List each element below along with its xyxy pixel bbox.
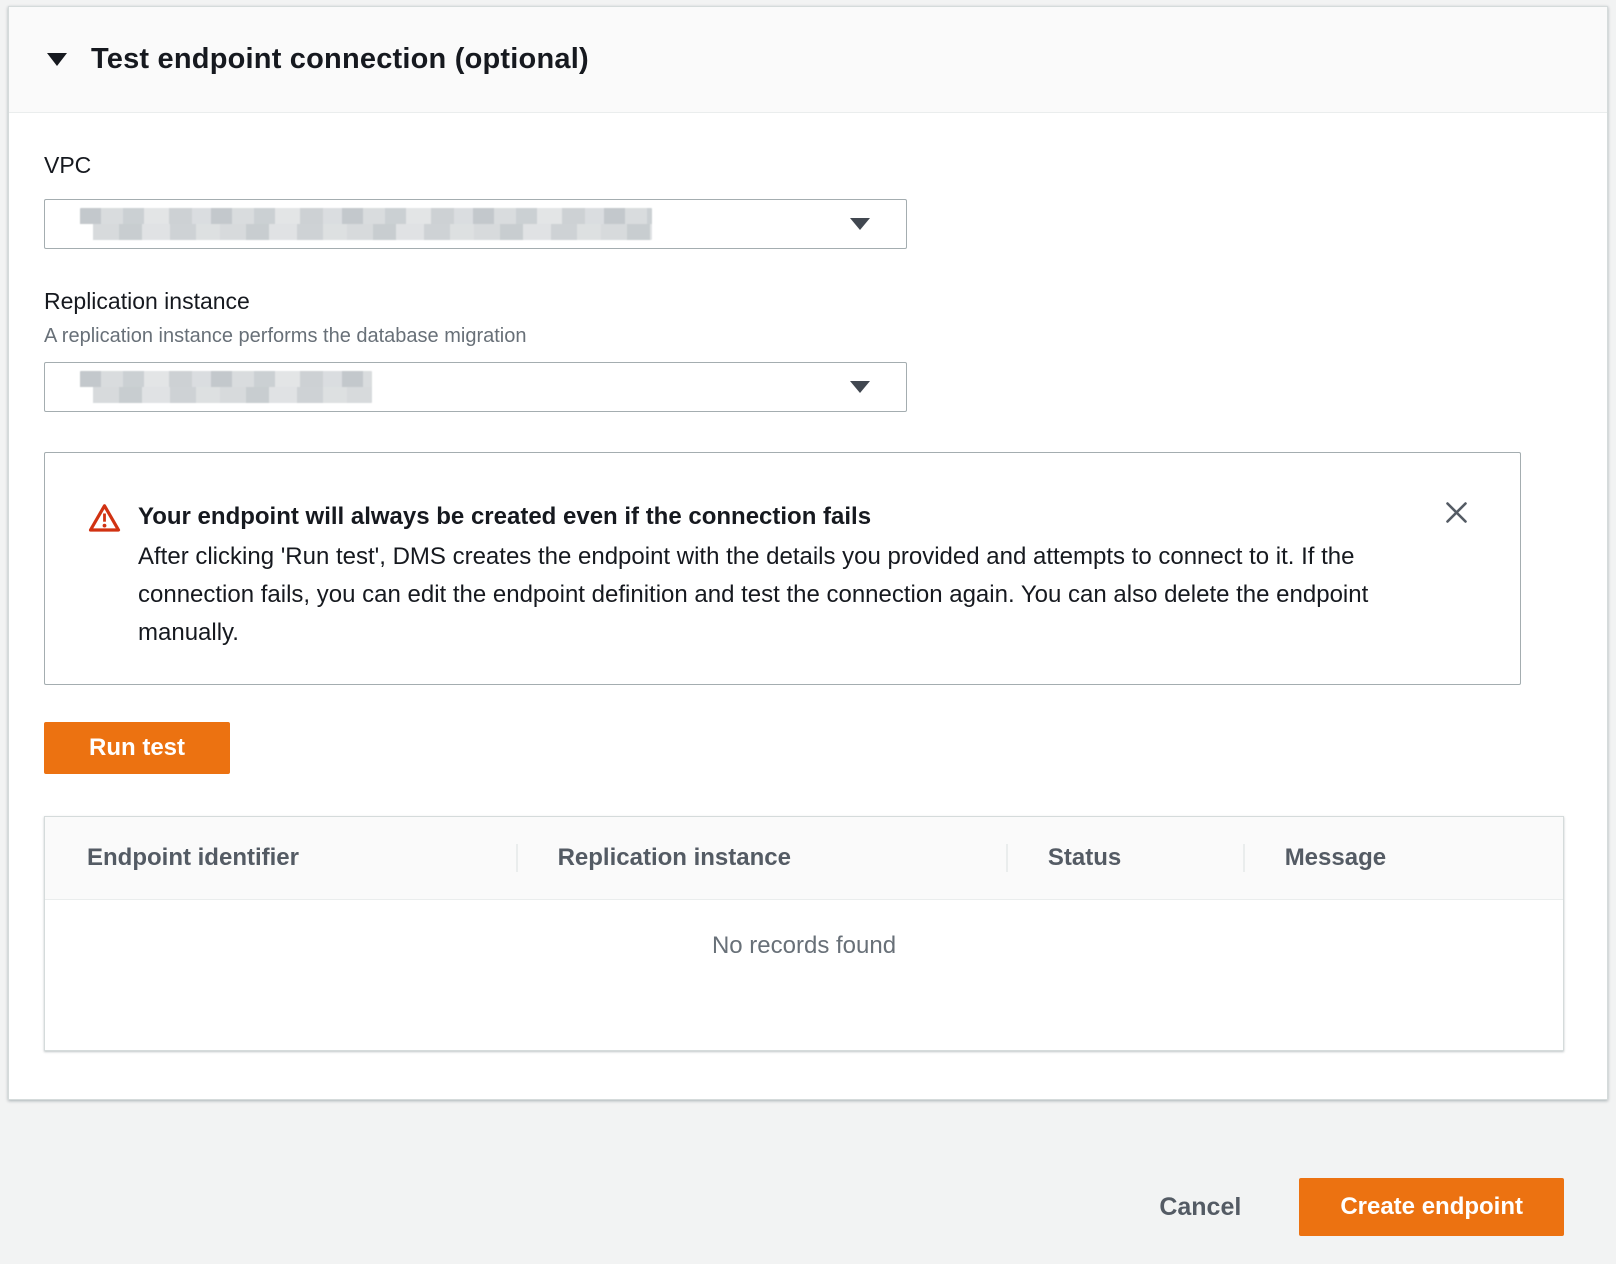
- warning-text: Your endpoint will always be created eve…: [138, 497, 1400, 652]
- close-icon: [1445, 512, 1468, 527]
- collapse-caret-icon: [47, 53, 67, 66]
- chevron-down-icon: [850, 381, 870, 393]
- table-header-row: Endpoint identifier Replication instance…: [45, 817, 1563, 900]
- warning-triangle-icon: [88, 503, 121, 652]
- replication-instance-selected-value-redacted: [80, 371, 372, 403]
- warning-banner: Your endpoint will always be created eve…: [44, 452, 1521, 685]
- replication-instance-description: A replication instance performs the data…: [44, 322, 1564, 350]
- vpc-select[interactable]: [44, 199, 907, 249]
- vpc-selected-value-redacted: [80, 208, 652, 240]
- column-header-message: Message: [1243, 844, 1563, 872]
- replication-instance-select[interactable]: [44, 362, 907, 412]
- chevron-down-icon: [850, 218, 870, 230]
- test-results-table: Endpoint identifier Replication instance…: [44, 816, 1564, 1051]
- column-header-status: Status: [1006, 844, 1243, 872]
- warning-title: Your endpoint will always be created eve…: [138, 497, 1400, 537]
- close-warning-button[interactable]: [1443, 499, 1470, 526]
- form-actions-footer: Cancel Create endpoint: [0, 1100, 1616, 1258]
- test-endpoint-panel: Test endpoint connection (optional) VPC …: [8, 6, 1608, 1100]
- warning-body: After clicking 'Run test', DMS creates t…: [138, 538, 1400, 652]
- column-header-endpoint-identifier: Endpoint identifier: [45, 844, 516, 872]
- cancel-button[interactable]: Cancel: [1159, 1178, 1241, 1236]
- panel-header-toggle[interactable]: Test endpoint connection (optional): [9, 7, 1607, 113]
- replication-instance-label: Replication instance: [44, 286, 1564, 316]
- create-endpoint-button[interactable]: Create endpoint: [1299, 1178, 1564, 1236]
- run-test-button[interactable]: Run test: [44, 722, 230, 774]
- panel-body: VPC Replication instance A replication i…: [9, 150, 1607, 1051]
- table-empty-message: No records found: [45, 900, 1563, 960]
- vpc-label: VPC: [44, 150, 1564, 180]
- panel-title: Test endpoint connection (optional): [91, 43, 589, 76]
- column-header-replication-instance: Replication instance: [516, 844, 1006, 872]
